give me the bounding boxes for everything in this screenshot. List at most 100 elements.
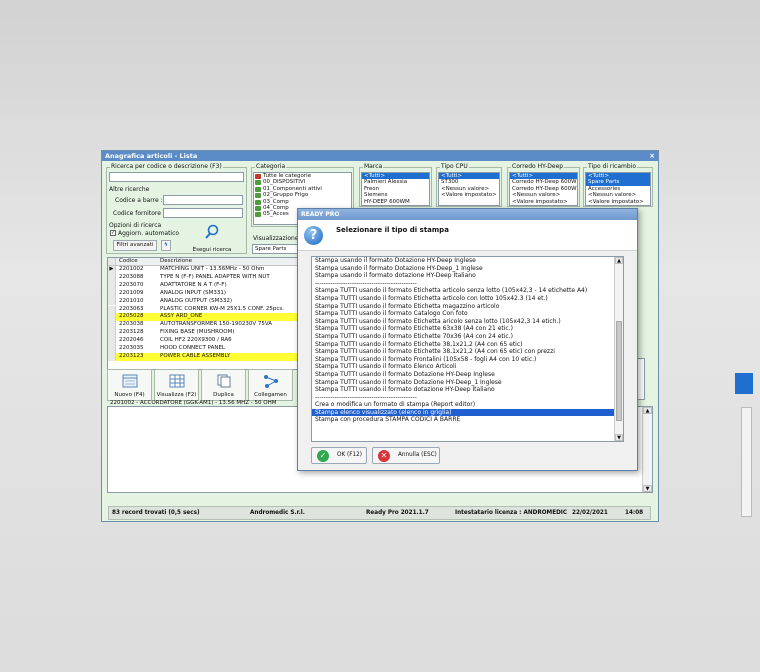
category-item-label: 05_Acces xyxy=(263,211,289,218)
table-row[interactable]: 2205028 ASSY ARD_ONE xyxy=(108,313,301,322)
corredo-list-item[interactable]: Corredo HY-Deep 600WM xyxy=(510,179,577,185)
lightning-icon[interactable]: ϟ xyxy=(161,240,171,251)
table-row[interactable]: 2203088 TYPE N (F-F) PANEL ADAPTER WITH N… xyxy=(108,273,301,282)
category-item-label: 02_Gruppo Frigo xyxy=(263,192,309,199)
brand-list[interactable]: <Tutti> Palmieri Alessia Freon Siemens HY-DE… xyxy=(361,172,430,206)
table-row[interactable]: ▶ 2201002 MATCHING UNIT - 13.56MHz - 50 Oh… xyxy=(108,266,301,274)
grid-scrollbar[interactable] xyxy=(741,407,752,517)
print-format-item[interactable]: Stampa usando il formato Dotazione HY-De… xyxy=(312,265,623,273)
print-format-item[interactable]: Stampa TUTTI usando il formato Etichetta… xyxy=(312,303,623,311)
print-format-item[interactable]: Stampa TUTTI usando il formato Elenco Ar… xyxy=(312,363,623,371)
print-format-item[interactable]: Stampa con procedura STAMPA CODICI A BAR… xyxy=(312,416,623,424)
print-format-item[interactable]: Stampa TUTTI usando il formato Etichette… xyxy=(312,341,623,349)
table-row[interactable]: 2201010 ANALOG OUTPUT (SM332) xyxy=(108,297,301,306)
row-description: PLASTIC CORNER KW-M 25X1.5 CONF. 25pcs. xyxy=(160,305,285,312)
articles-grid[interactable]: Codice Descrizione ▶ 2201002 MATCHING UNIT… xyxy=(107,257,302,370)
corredo-list-item[interactable]: <Valore impostato> xyxy=(510,199,577,205)
table-row[interactable]: 2203123 POWER CABLE ASSEMBLY xyxy=(108,352,301,361)
category-label: Categoria xyxy=(255,163,287,171)
row-code: 2201009 xyxy=(119,289,144,296)
search-group-label: Ricerca per codice o descrizione (F3) xyxy=(110,163,223,171)
row-description: HOOD CONNECT PANEL xyxy=(160,345,225,351)
status-records: 83 record trovati (0,5 secs) xyxy=(112,510,200,516)
run-search-button[interactable]: Esegui ricerca xyxy=(182,221,242,257)
print-format-item[interactable]: Stampa TUTTI usando il formato Etichetta… xyxy=(312,287,623,295)
note-scrollbar[interactable]: ▲ ▼ xyxy=(642,407,652,492)
scroll-down-icon[interactable]: ▼ xyxy=(643,485,652,492)
print-format-list[interactable]: Stampa usando il formato Dotazione HY-De… xyxy=(311,256,624,442)
scroll-up-icon[interactable]: ▲ xyxy=(615,257,623,264)
category-item-label: 03_Comp xyxy=(263,198,289,205)
auto-update-checkbox[interactable]: ✓ xyxy=(110,230,116,236)
print-format-item[interactable]: Stampa TUTTI usando il formato Dotazione… xyxy=(312,379,623,387)
print-format-item[interactable]: Stampa TUTTI usando il formato Catalogo … xyxy=(312,310,623,318)
print-format-item[interactable]: Stampa usando il formato dotazione HY-De… xyxy=(312,272,623,280)
print-type-dialog: READY PRO ? Selezionare il tipo di stamp… xyxy=(297,208,638,471)
status-company: Andromedic S.r.l. xyxy=(250,510,305,516)
print-format-item[interactable]: Stampa TUTTI usando il formato Frontalin… xyxy=(312,356,623,364)
barcode-field[interactable] xyxy=(163,195,243,205)
cancel-button[interactable]: ✕ Annulla (ESC) xyxy=(372,447,440,464)
table-row[interactable]: 2203128 FIXING BASE (MUSHROOM) xyxy=(108,329,301,338)
close-icon[interactable]: × xyxy=(649,151,655,161)
selection-strip xyxy=(735,373,753,394)
print-format-item[interactable]: Crea o modifica un formato di stampa (Re… xyxy=(312,401,623,409)
table-row[interactable]: 2203038 AUTOTRANSFORMER 150-190230V 75VA xyxy=(108,321,301,330)
print-format-item[interactable]: Stampa TUTTI usando il formato dotazione… xyxy=(312,386,623,394)
run-search-label: Esegui ricerca xyxy=(192,247,232,253)
print-format-item[interactable]: Stampa TUTTI usando il formato Dotazione… xyxy=(312,371,623,379)
table-row[interactable]: 2203035 HOOD CONNECT PANEL xyxy=(108,345,301,353)
view-button[interactable]: Visualizza (F2) xyxy=(154,369,199,401)
row-description: TYPE N (F-F) PANEL ADAPTER WITH NUT xyxy=(160,273,270,280)
print-format-item[interactable]: ----------------------------------------… xyxy=(312,280,623,288)
row-code: 2201002 xyxy=(119,266,144,272)
dialog-title: READY PRO xyxy=(298,209,637,220)
cpu-list-item[interactable]: <Valore impostato> xyxy=(439,192,499,198)
status-date: 22/02/2021 xyxy=(572,510,608,516)
print-format-item[interactable]: Stampa TUTTI usando il formato Etichetta… xyxy=(312,295,623,303)
scroll-up-icon[interactable]: ▲ xyxy=(643,407,652,414)
category-icon xyxy=(255,212,261,218)
links-button[interactable]: Collegamen xyxy=(248,369,293,401)
table-row[interactable]: 2203063 PLASTIC CORNER KW-M 25X1.5 CONF. … xyxy=(108,305,301,314)
row-marker xyxy=(108,305,116,314)
table-row[interactable]: 2202046 COIL HF2 220X9300 / RA6 xyxy=(108,337,301,345)
ok-button[interactable]: ✓ OK (F12) xyxy=(311,447,367,464)
print-format-item[interactable]: ----------------------------------------… xyxy=(312,394,623,402)
print-format-item[interactable]: Stampa usando il formato Dotazione HY-De… xyxy=(312,257,623,265)
ricambio-list-item[interactable]: <Valore impostato> xyxy=(586,199,650,205)
ricambio-list[interactable]: <Tutti> Spare Parts Accessories <Nessun val… xyxy=(585,172,651,206)
new-button[interactable]: Nuovo (F4) xyxy=(107,369,152,401)
row-code: 2205028 xyxy=(119,313,144,320)
row-code: 2203088 xyxy=(119,273,144,280)
category-item-label: 00_DISPOSITIVI xyxy=(263,179,306,186)
cpu-list[interactable]: <Tutti> ST300 <Nessun valore> <Valore impos… xyxy=(438,172,500,206)
question-icon: ? xyxy=(304,226,323,245)
header-code[interactable]: Codice xyxy=(119,258,138,266)
table-row[interactable]: 2203070 ADATTATORE N A T (F-F) xyxy=(108,281,301,290)
ricambio-group: Tipo di ricambio <Tutti> Spare Parts Acces… xyxy=(583,163,653,207)
print-format-item[interactable]: Stampa elenco visualizzato (elenco in gr… xyxy=(312,408,623,417)
advanced-filters-button[interactable]: Filtri avanzati xyxy=(113,240,157,251)
table-row[interactable]: 2201009 ANALOG INPUT (SM331) xyxy=(108,289,301,298)
print-format-item[interactable]: Stampa TUTTI usando il formato Etichette… xyxy=(312,325,623,333)
row-description: ANALOG INPUT (SM331) xyxy=(160,289,227,296)
duplicate-button[interactable]: Duplica xyxy=(201,369,246,401)
header-description[interactable]: Descrizione xyxy=(160,258,192,266)
brand-list-item[interactable]: HY-DEEP 600WM xyxy=(362,199,429,205)
print-format-item[interactable]: Stampa TUTTI usando il formato Etichetta… xyxy=(312,318,623,326)
print-format-item[interactable]: Stampa TUTTI usando il formato Etichette… xyxy=(312,333,623,341)
print-format-item[interactable]: Stampa TUTTI usando il formato Etichette… xyxy=(312,348,623,356)
duplicate-icon xyxy=(217,374,230,388)
search-input[interactable] xyxy=(109,172,244,182)
corredo-group: Corredo HY-Deep <Tutti> Corredo HY-Deep 6… xyxy=(507,163,580,207)
print-list-scrollbar[interactable]: ▲ ▼ xyxy=(614,257,623,441)
supplier-code-field[interactable] xyxy=(163,208,243,218)
corredo-list[interactable]: <Tutti> Corredo HY-Deep 600WM Corredo HY-D… xyxy=(509,172,578,206)
row-description: ANALOG OUTPUT (SM332) xyxy=(160,297,233,304)
scroll-thumb[interactable] xyxy=(616,321,622,421)
category-icon xyxy=(255,199,261,205)
scroll-down-icon[interactable]: ▼ xyxy=(615,434,623,441)
status-product: Ready Pro 2021.1.7 xyxy=(366,510,429,516)
row-description: POWER CABLE ASSEMBLY xyxy=(160,352,231,359)
